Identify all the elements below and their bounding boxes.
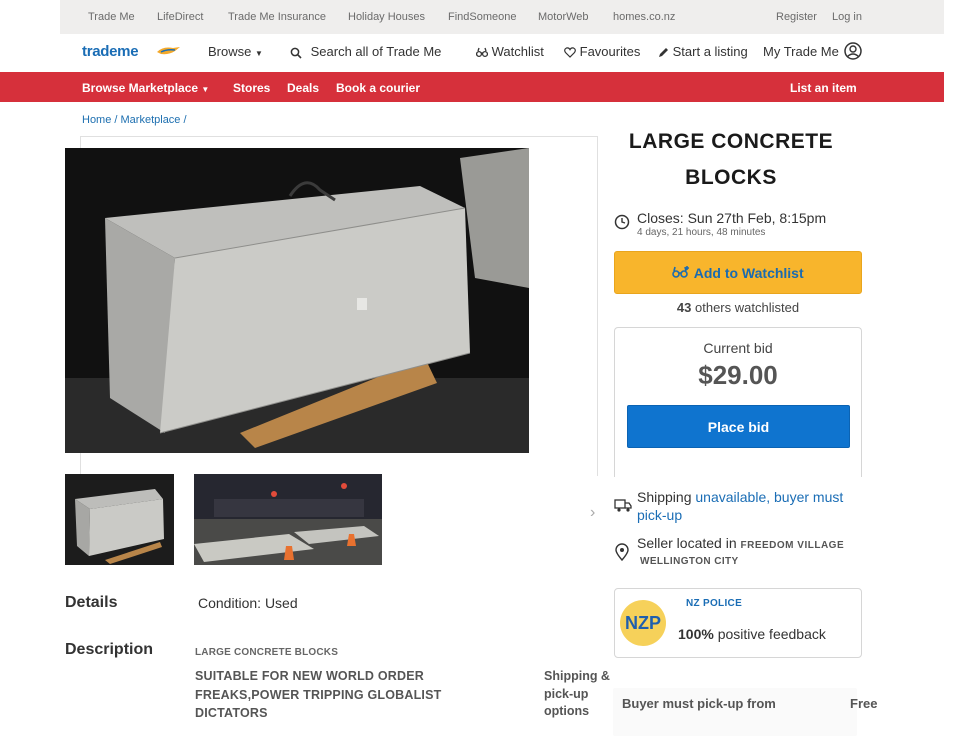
search-icon [290,47,302,59]
deals-link[interactable]: Deals [287,81,319,95]
trademe-logo[interactable]: trademe [82,43,139,60]
pencil-icon [659,48,668,58]
binoculars-icon [476,47,488,58]
watchlist-button-label: Add to Watchlist [693,265,804,281]
main-listing-photo[interactable] [65,148,529,453]
heart-icon [564,47,576,58]
current-bid-label: Current bid [703,340,773,356]
login-link[interactable]: Log in [832,11,862,23]
top-link-trade-me[interactable]: Trade Me [88,11,135,23]
my-trade-me-label: My Trade Me [763,44,839,59]
seller-avatar: NZP [620,600,666,646]
browse-label: Browse [208,44,252,59]
top-link-lifedirect[interactable]: LifeDirect [157,11,203,23]
register-link[interactable]: Register [776,11,817,23]
watch-count-number: 43 [676,300,692,315]
start-listing-link[interactable]: Start a listing [658,44,748,59]
browse-menu[interactable]: Browse ▼ [208,44,263,59]
book-courier-link[interactable]: Book a courier [336,81,420,95]
top-link-homes[interactable]: homes.co.nz [613,11,675,23]
favourites-label: Favourites [579,44,641,59]
watch-count-suffix: others watchlisted [691,300,800,315]
user-account-icon [844,42,863,60]
shipping-price: Free [850,696,878,711]
location-pin-icon [615,543,629,561]
condition-value: Used [264,595,298,611]
clock-icon [614,214,630,230]
seller-city: WELLINGTON CITY [640,556,739,567]
seller-location-prefix: Seller located in [637,535,741,551]
marketplace-nav-bar: Browse Marketplace ▼ Stores Deals Book a… [0,72,944,102]
gallery-next-chevron-icon[interactable]: › [590,504,595,522]
time-remaining: 4 days, 21 hours, 48 minutes [637,227,766,238]
browse-marketplace-label: Browse Marketplace [82,81,199,95]
thumbnail-image [65,474,174,565]
caret-down-icon: ▼ [201,85,210,94]
search-placeholder: Search all of Trade Me [310,44,442,59]
shipping-option-text: Buyer must pick-up from [622,696,776,711]
watchlist-count: 43 others watchlisted [614,300,862,315]
condition: Condition: Used [198,595,298,611]
description-body: SUITABLE FOR NEW WORLD ORDER FREAKS,POWE… [195,669,442,720]
watchlist-link[interactable]: Watchlist [476,44,544,59]
feedback-percent: 100% [678,626,714,642]
watchlist-label: Watchlist [491,44,544,59]
binoculars-plus-icon [672,266,690,279]
shipping-options-label: Shipping & pick-up options [544,669,610,718]
my-trade-me-link[interactable]: My Trade Me [763,42,863,60]
browse-marketplace-menu[interactable]: Browse Marketplace ▼ [82,81,209,95]
description-title: LARGE CONCRETE BLOCKS [195,647,339,658]
stores-link[interactable]: Stores [233,81,270,95]
description-heading: Description [65,641,154,658]
seller-name[interactable]: NZ POLICE [686,598,742,609]
thumbnail-image [194,474,382,565]
truck-icon [614,499,632,512]
top-link-findsomeone[interactable]: FindSomeone [448,11,517,23]
top-link-holiday-houses[interactable]: Holiday Houses [348,11,425,23]
list-item-link[interactable]: List an item [790,81,857,95]
concrete-block-image [65,148,529,453]
place-bid-button[interactable]: Place bid [627,405,850,448]
caret-down-icon: ▼ [254,49,263,58]
seller-location: Seller located in FREEDOM VILLAGE [637,535,844,551]
seller-feedback: 100% positive feedback [678,626,826,642]
add-to-watchlist-button[interactable]: Add to Watchlist [614,251,862,294]
details-heading: Details [65,594,118,611]
kiwi-logo-icon [157,47,180,55]
search-input[interactable]: Search all of Trade Me [290,44,441,59]
shipping-info: Shipping unavailable, buyer must pick-up [637,488,867,524]
shipping-prefix: Shipping [637,489,696,505]
top-link-insurance[interactable]: Trade Me Insurance [228,11,326,23]
top-link-motorweb[interactable]: MotorWeb [538,11,589,23]
current-bid-amount: $29.00 [698,360,778,390]
breadcrumb[interactable]: Home / Marketplace / [82,114,187,126]
feedback-suffix: positive feedback [713,626,826,642]
thumbnail-1[interactable] [65,474,174,565]
thumbnail-2[interactable] [194,474,382,565]
favourites-link[interactable]: Favourites [564,44,640,59]
top-utility-bar: Trade Me LifeDirect Trade Me Insurance H… [60,0,944,34]
main-header: trademe Browse ▼ Search all of Trade Me … [60,34,944,72]
seller-suburb: FREEDOM VILLAGE [740,540,845,551]
condition-label: Condition: [198,595,262,611]
listing-title: LARGE CONCRETE BLOCKS [628,130,834,189]
start-listing-label: Start a listing [672,44,748,59]
closing-time: Closes: Sun 27th Feb, 8:15pm [637,210,827,226]
